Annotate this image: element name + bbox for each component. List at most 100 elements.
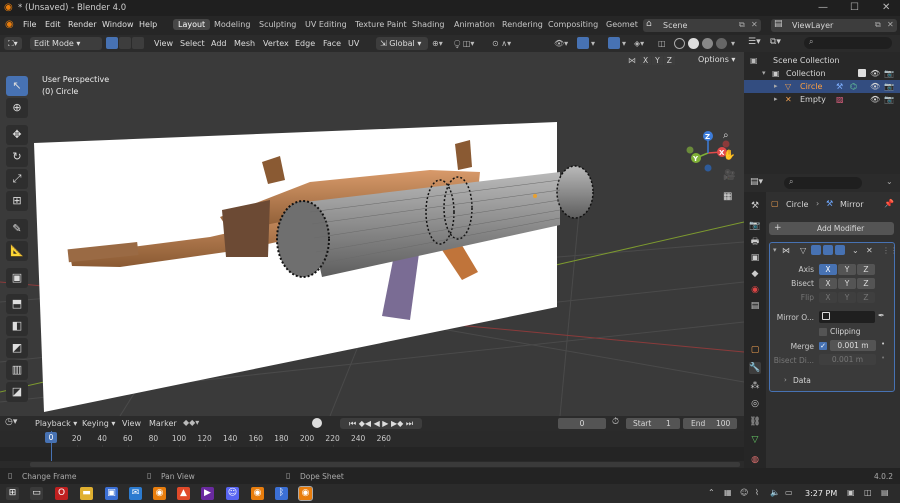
timeline[interactable]: 20 40 60 80 100 120 140 160 180 200 220 240 260 0 [0, 431, 744, 468]
store-icon[interactable]: ▣ [105, 487, 118, 500]
mesh-overlay-icon[interactable]: ◈▾ [634, 37, 644, 50]
bisect-y-toggle[interactable]: Y [838, 278, 856, 289]
particles-tab-icon[interactable]: ⁂ [749, 380, 761, 392]
view-layer-selector[interactable]: ▤ ViewLayer ⧉ ✕ [771, 19, 897, 32]
volume-icon[interactable]: 🔈 [770, 488, 780, 497]
new-view-layer-icon[interactable]: ⧉ [875, 20, 881, 30]
scene-collection-row[interactable]: ▣ Scene Collection [744, 54, 900, 67]
modifier-menu-icon[interactable]: ⌄ [852, 246, 859, 255]
notification-icon[interactable]: ▣ [847, 488, 855, 497]
menu-face[interactable]: Face [323, 37, 341, 50]
collection-tab-icon[interactable]: ▤ [749, 300, 761, 312]
bluetooth-icon[interactable]: ᛒ [275, 487, 288, 500]
scale-tool[interactable]: ⤢ [6, 169, 28, 189]
collection-row[interactable]: ▾ ▣ Collection 👁 📷 [744, 67, 900, 80]
axis-y-toggle[interactable]: Y [838, 264, 856, 275]
tray-extra-icon[interactable]: ◫ [864, 488, 872, 497]
edit-cage-icon[interactable]: ▽ [800, 246, 806, 255]
stopwatch-icon[interactable]: ⏱ [612, 417, 619, 427]
merge-keyframe-icon[interactable]: • [881, 340, 885, 348]
outliner-editor-icon[interactable]: ☰▾ [748, 37, 761, 47]
media-player-icon[interactable]: ▶ [201, 487, 214, 500]
menu-select[interactable]: Select [180, 37, 205, 50]
physics-tab-icon[interactable]: ◎ [749, 398, 761, 410]
start-menu-icon[interactable]: ⊞ [6, 487, 19, 500]
inset-tool[interactable]: ◧ [6, 316, 28, 336]
mail-icon[interactable]: ✉ [129, 487, 142, 500]
delete-scene-icon[interactable]: ✕ [751, 20, 758, 29]
bisect-distance-field[interactable]: 0.001 m [819, 354, 876, 365]
timeline-editor-icon[interactable]: ◷▾ [5, 417, 17, 427]
current-frame-field[interactable]: 0 [558, 418, 606, 429]
menu-window[interactable]: Window [102, 20, 134, 29]
collection-render-icon[interactable]: 📷 [884, 67, 894, 80]
timeline-menu-marker[interactable]: Marker [149, 419, 177, 428]
mirror-object-field[interactable] [819, 311, 875, 323]
menu-file[interactable]: File [23, 20, 36, 29]
visibility-icon[interactable]: 👁▾ [554, 37, 568, 50]
collection-checkbox[interactable] [858, 69, 866, 77]
mirror-z-toggle[interactable]: Z [663, 56, 675, 65]
flip-x-toggle[interactable]: X [819, 292, 837, 303]
menu-render[interactable]: Render [68, 20, 96, 29]
eyedropper-icon[interactable]: ✒ [878, 311, 885, 320]
add-modifier-button[interactable]: + Add Modifier [769, 222, 894, 235]
loop-cut-tool[interactable]: ▥ [6, 360, 28, 380]
timeline-menu-playback[interactable]: Playback ▾ [35, 419, 77, 428]
move-tool[interactable]: ✥ [6, 125, 28, 145]
start-frame-field[interactable]: Start 1 [626, 418, 680, 429]
transform-orientation-selector[interactable]: ⇲ Global ▾ [376, 37, 428, 50]
object-tab-icon[interactable]: ▢ [749, 344, 761, 356]
output-tab-icon[interactable]: 🖶 [749, 236, 761, 248]
discord-icon[interactable]: ☺ [226, 487, 239, 500]
proportional-edit-icon[interactable]: ⊙ ∧▾ [492, 37, 511, 50]
solid-shading-icon[interactable] [688, 38, 699, 49]
axis-x-toggle[interactable]: X [819, 264, 837, 275]
empty-eye-icon[interactable]: 👁 [870, 93, 880, 106]
menu-view[interactable]: View [154, 37, 173, 50]
expand-collection-icon[interactable]: ▾ [762, 67, 766, 80]
tab-compositing[interactable]: Compositing [548, 20, 598, 29]
bisect-x-toggle[interactable]: X [819, 278, 837, 289]
properties-options-icon[interactable]: ⌄ [886, 177, 893, 186]
snap-icon[interactable]: ⧬ ◫▾ [454, 37, 474, 50]
tool-tab-icon[interactable]: ⚒ [749, 200, 761, 212]
transform-tool[interactable]: ⊞ [6, 191, 28, 211]
outliner-item-empty[interactable]: ▸ ✕ Empty ▨ 👁 📷 [744, 93, 900, 106]
brave-icon[interactable]: ▲ [177, 487, 190, 500]
data-expand-icon[interactable]: › [784, 376, 787, 384]
properties-search-input[interactable]: ⌕ [784, 177, 862, 189]
tray-app-icon[interactable]: ▦ [724, 488, 732, 497]
gizmo-toggle-icon[interactable] [577, 37, 589, 49]
constraints-tab-icon[interactable]: ⛓ [749, 416, 761, 428]
viewport-3d[interactable]: User Perspective (0) Circle X Y Z ⌕ ✋ 🎥 … [0, 52, 744, 416]
tray-overflow-icon[interactable]: ⌃ [708, 488, 715, 497]
measure-tool[interactable]: 📐 [6, 241, 28, 261]
tab-geometry[interactable]: Geomet [606, 20, 638, 29]
close-icon[interactable]: ✕ [882, 2, 890, 13]
menu-mesh[interactable]: Mesh [234, 37, 255, 50]
properties-editor-icon[interactable]: ▤▾ [750, 177, 763, 187]
file-explorer-icon[interactable]: ▬ [80, 487, 93, 500]
timeline-menu-view[interactable]: View [122, 419, 141, 428]
scene-tab-icon[interactable]: ◆ [749, 268, 761, 280]
network-icon[interactable]: ⌇ [755, 488, 759, 497]
modifier-tab-icon[interactable]: 🔧 [749, 362, 761, 374]
overlay-dropdown-icon[interactable]: ▾ [622, 37, 626, 50]
data-subpanel-label[interactable]: Data [793, 376, 811, 385]
wireframe-shading-icon[interactable] [674, 38, 685, 49]
blender-alt-icon[interactable]: ◉ [251, 487, 264, 500]
scene-selector[interactable]: ⌂ Scene ⧉ ✕ [643, 19, 761, 32]
circle-eye-icon[interactable]: 👁 [870, 80, 880, 93]
outliner-search-input[interactable]: ⌕ [804, 37, 892, 49]
tab-animation[interactable]: Animation [454, 20, 495, 29]
xray-icon[interactable]: ◫ [658, 37, 666, 50]
end-frame-field[interactable]: End 100 [683, 418, 737, 429]
drag-handle-icon[interactable]: ⋮⋮ [882, 246, 898, 255]
flip-z-toggle[interactable]: Z [857, 292, 875, 303]
timeline-scrollbar[interactable] [30, 462, 740, 467]
collapse-modifier-icon[interactable]: ▾ [773, 246, 777, 254]
task-view-icon[interactable]: ▭ [30, 487, 43, 500]
expand-circle-icon[interactable]: ▸ [774, 80, 778, 93]
menu-edge[interactable]: Edge [295, 37, 315, 50]
